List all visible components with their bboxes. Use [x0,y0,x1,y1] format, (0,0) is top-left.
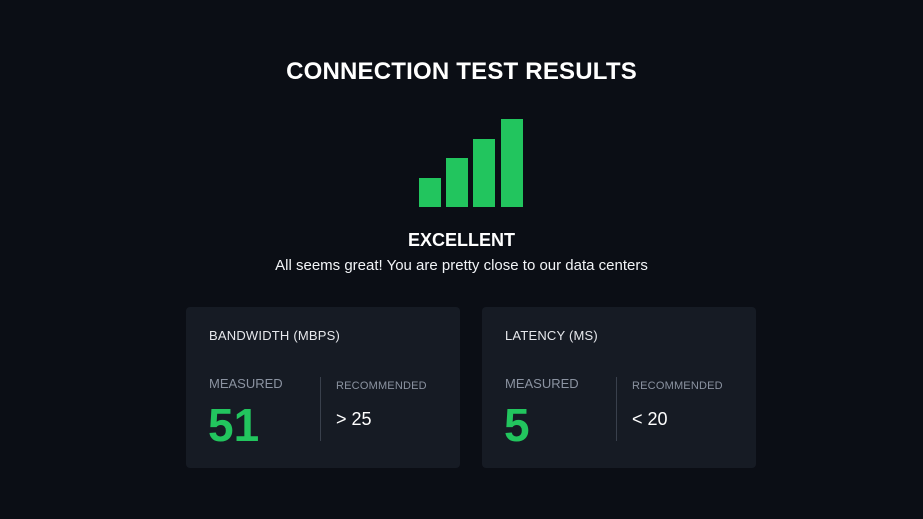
latency-recommended-value: < 20 [632,409,668,429]
latency-measured-label: MEASURED [505,376,579,391]
latency-recommended-label: RECOMMENDED [632,380,723,392]
bandwidth-title: BANDWIDTH (MBPS) [209,328,341,343]
bandwidth-divider [320,377,321,441]
latency-title: LATENCY (MS) [505,328,598,343]
bandwidth-recommended-label: RECOMMENDED [336,380,427,392]
latency-card: LATENCY (MS) MEASURED 5 RECOMMENDED < 20 [482,307,756,468]
signal-bar-3 [473,139,495,207]
signal-bar-4 [501,119,523,207]
signal-bar-1 [419,178,441,207]
bandwidth-card: BANDWIDTH (MBPS) MEASURED 51 RECOMMENDED… [186,307,460,468]
page-title: CONNECTION TEST RESULTS [286,58,637,85]
bandwidth-measured-value: 51 [208,399,260,451]
bandwidth-recommended-value: > 25 [336,409,372,429]
status-message: All seems great! You are pretty close to… [275,257,648,274]
status-label: EXCELLENT [407,230,515,250]
latency-measured-value: 5 [504,399,530,451]
bandwidth-measured-label: MEASURED [209,376,283,391]
signal-bar-2 [446,158,468,207]
signal-strength-icon [419,119,523,207]
latency-divider [616,377,617,441]
